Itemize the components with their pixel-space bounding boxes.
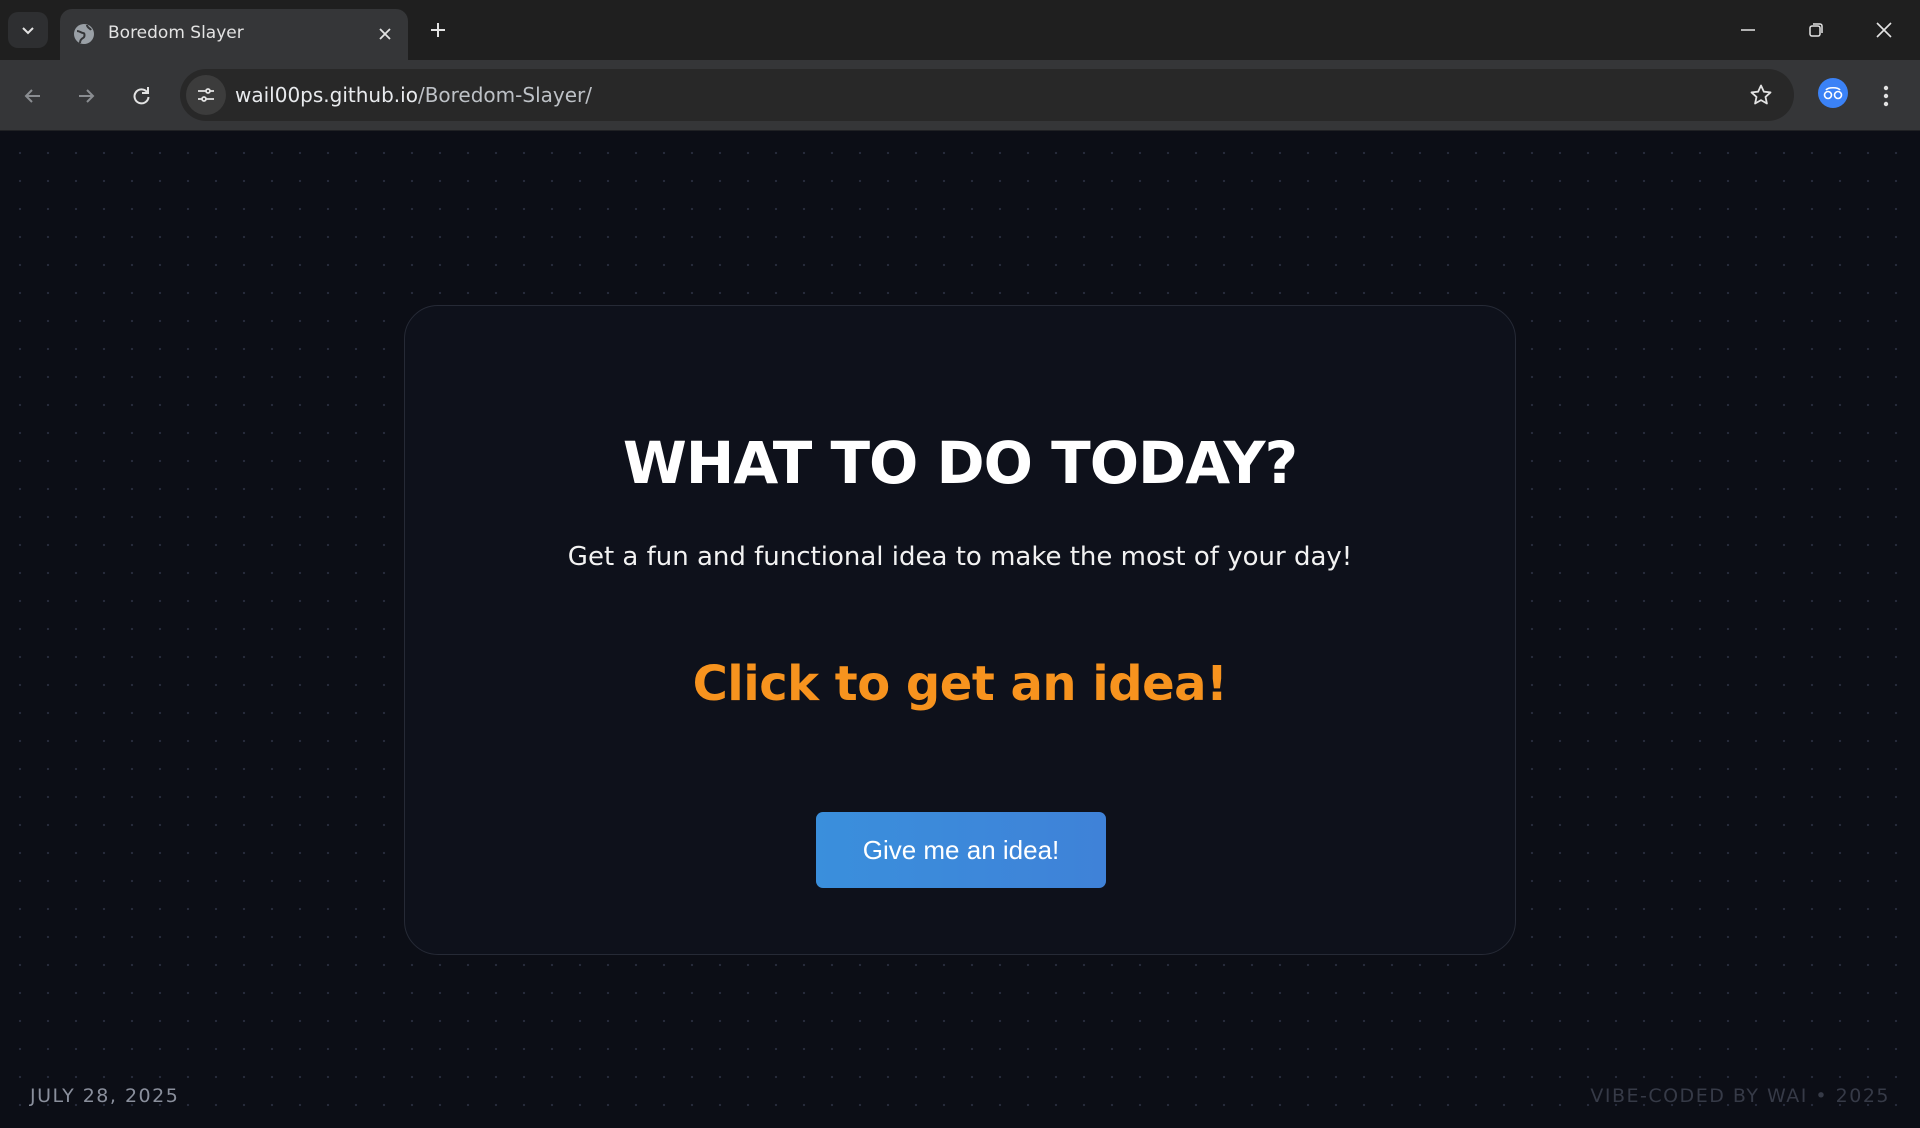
tab-strip: Boredom Slayer — [0, 0, 1920, 60]
plus-icon — [431, 23, 445, 37]
reload-button[interactable] — [123, 78, 159, 114]
kebab-menu-icon — [1883, 85, 1889, 107]
new-tab-button[interactable] — [422, 14, 454, 46]
idea-card: WHAT TO DO TODAY? Get a fun and function… — [404, 305, 1516, 955]
address-bar[interactable]: wail00ps.github.io/Boredom-Slayer/ — [180, 69, 1794, 121]
footer-credit: VIBE-CODED BY WAI • 2025 — [1590, 1085, 1890, 1107]
minimize-icon — [1741, 29, 1755, 31]
arrow-right-icon — [79, 89, 95, 103]
url-text[interactable]: wail00ps.github.io/Boredom-Slayer/ — [235, 83, 592, 107]
close-icon — [379, 28, 391, 40]
globe-icon — [74, 24, 94, 44]
restore-icon — [1809, 23, 1823, 37]
profile-icon — [1823, 86, 1843, 100]
forward-button[interactable] — [68, 78, 104, 114]
chevron-down-icon — [22, 27, 34, 35]
star-icon — [1750, 84, 1772, 105]
tune-icon — [198, 88, 214, 102]
tab-title: Boredom Slayer — [108, 23, 244, 43]
active-tab[interactable]: Boredom Slayer — [60, 9, 408, 60]
footer-date: JULY 28, 2025 — [30, 1085, 180, 1107]
idea-display: Click to get an idea! — [692, 656, 1228, 712]
url-host: wail00ps.github.io — [235, 83, 418, 107]
arrow-left-icon — [24, 89, 40, 103]
browser-menu-button[interactable] — [1872, 78, 1900, 114]
minimize-button[interactable] — [1724, 12, 1772, 48]
browser-toolbar: wail00ps.github.io/Boredom-Slayer/ — [0, 60, 1920, 131]
tab-close-button[interactable] — [372, 21, 398, 47]
page-subtitle: Get a fun and functional idea to make th… — [567, 542, 1353, 572]
restore-button[interactable] — [1792, 12, 1840, 48]
url-path: /Boredom-Slayer/ — [417, 83, 592, 107]
back-button[interactable] — [15, 78, 51, 114]
page-body: WHAT TO DO TODAY? Get a fun and function… — [0, 131, 1920, 1128]
tab-search-button[interactable] — [8, 12, 48, 48]
close-window-button[interactable] — [1860, 12, 1908, 48]
profile-button[interactable] — [1818, 78, 1848, 108]
close-icon — [1876, 22, 1892, 38]
site-info-button[interactable] — [186, 75, 226, 115]
bookmark-button[interactable] — [1748, 82, 1774, 108]
page-title: WHAT TO DO TODAY? — [622, 429, 1298, 497]
give-idea-button[interactable]: Give me an idea! — [816, 812, 1106, 888]
reload-icon — [133, 87, 150, 105]
